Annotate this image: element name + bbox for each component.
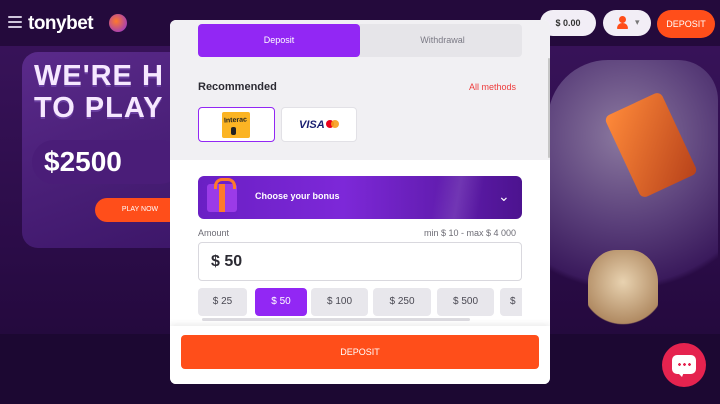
recommended-title: Recommended — [198, 81, 277, 93]
tab-bar: Deposit Withdrawal — [198, 24, 522, 57]
bonus-label: Choose your bonus — [255, 191, 340, 201]
modal-footer: DEPOSIT — [170, 326, 550, 384]
tab-withdrawal[interactable]: Withdrawal — [363, 24, 522, 57]
bonus-selector[interactable]: Choose your bonus ⌄ — [198, 176, 522, 219]
amount-range: min $ 10 - max $ 4 000 — [424, 228, 517, 238]
gift-icon — [207, 178, 237, 212]
user-icon — [617, 16, 628, 29]
chat-button[interactable] — [662, 343, 706, 387]
pug-illustration — [588, 250, 658, 330]
chevron-down-icon: ⌄ — [498, 188, 510, 204]
banner-line-1: WE'RE H — [34, 60, 164, 92]
brand-mark-icon — [109, 14, 127, 32]
amount-chip-50[interactable]: $ 50 — [255, 288, 307, 316]
amount-chip-25[interactable]: $ 25 — [198, 288, 247, 316]
chevron-down-icon: ▾ — [635, 17, 640, 27]
banner-amount: $2500 — [32, 140, 182, 184]
amount-chip-250[interactable]: $ 250 — [373, 288, 431, 316]
menu-icon[interactable] — [8, 16, 22, 28]
mastercard-logo-yellow — [331, 120, 339, 128]
amount-value: $ 50 — [211, 253, 243, 270]
interac-logo: Interac — [222, 112, 250, 138]
modal-scrollbar[interactable] — [548, 58, 550, 158]
user-menu-button[interactable]: ▾ — [603, 10, 651, 36]
visa-logo: VISA — [299, 119, 325, 131]
chips-scrollbar[interactable] — [202, 318, 470, 321]
amount-label: Amount — [198, 228, 230, 238]
brand-logo[interactable]: tonybet — [28, 13, 94, 35]
amount-input[interactable]: $ 50 — [198, 242, 522, 281]
header-deposit-button[interactable]: DEPOSIT — [657, 10, 715, 38]
modal-content[interactable]: Deposit Withdrawal Recommended All metho… — [170, 20, 550, 326]
deposit-modal: Deposit Withdrawal Recommended All metho… — [170, 20, 550, 384]
all-methods-link[interactable]: All methods — [469, 82, 516, 92]
amount-chip-500[interactable]: $ 500 — [437, 288, 494, 316]
chat-icon — [672, 355, 696, 377]
modal-top-section: Deposit Withdrawal Recommended All metho… — [170, 20, 550, 160]
banner-line-2: TO PLAY — [34, 92, 164, 124]
amount-chip-100[interactable]: $ 100 — [311, 288, 368, 316]
interac-logo-text: Interac — [223, 116, 248, 125]
quick-amounts: $ 25 $ 50 $ 100 $ 250 $ 500 $ — [198, 288, 522, 316]
deposit-button[interactable]: DEPOSIT — [181, 335, 539, 369]
payment-method-interac[interactable]: Interac — [198, 107, 275, 142]
amount-chip-more[interactable]: $ — [500, 288, 522, 316]
payment-method-visa-mastercard[interactable]: VISA — [281, 107, 357, 142]
tab-deposit[interactable]: Deposit — [198, 24, 360, 57]
